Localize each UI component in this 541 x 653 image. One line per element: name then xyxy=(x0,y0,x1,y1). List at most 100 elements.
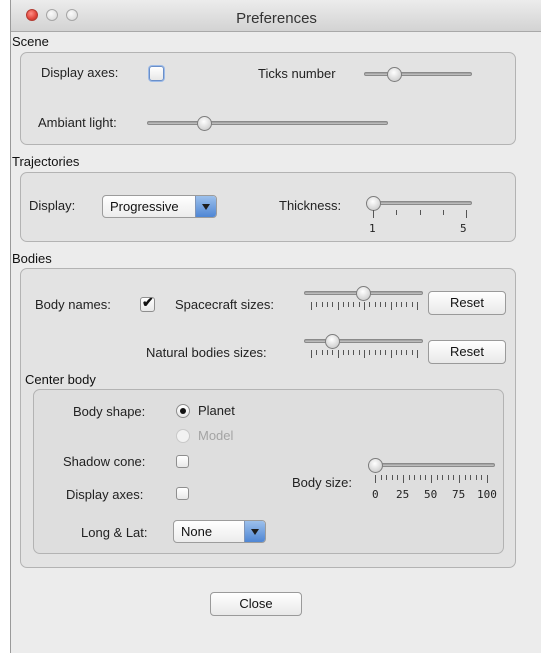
slider-tick xyxy=(414,475,415,480)
slider-tick xyxy=(442,475,443,480)
title-bar: Preferences xyxy=(11,0,541,32)
slider-tick xyxy=(338,302,339,310)
spacecraft-sizes-reset-button[interactable]: Reset xyxy=(428,291,506,315)
slider-tick xyxy=(391,350,392,358)
slider-tick xyxy=(343,302,344,307)
radio-selected-dot xyxy=(180,408,186,414)
trajectories-section-title: Trajectories xyxy=(12,154,80,169)
center-body-section-title: Center body xyxy=(25,372,96,387)
slider-tick xyxy=(343,350,344,355)
slider-tick xyxy=(396,210,397,215)
slider-tick xyxy=(465,475,466,480)
natural-bodies-sizes-slider-thumb[interactable] xyxy=(325,334,340,349)
body-size-label: Body size: xyxy=(292,475,352,490)
slider-tick xyxy=(406,350,407,355)
slider-tick xyxy=(431,475,432,483)
body-size-tick-label: 50 xyxy=(424,488,438,501)
slider-tick xyxy=(453,475,454,480)
body-names-checkbox[interactable]: ✔ xyxy=(140,294,155,312)
natural-bodies-sizes-reset-button[interactable]: Reset xyxy=(428,340,506,364)
slider-tick xyxy=(487,475,488,483)
thickness-slider[interactable] xyxy=(366,201,472,205)
slider-tick xyxy=(348,350,349,355)
trajectories-group xyxy=(20,172,516,242)
body-size-slider-ticks xyxy=(375,475,488,483)
body-shape-label: Body shape: xyxy=(73,404,146,419)
slider-tick xyxy=(316,350,317,355)
slider-tick xyxy=(380,350,381,355)
spacecraft-sizes-slider-thumb[interactable] xyxy=(356,286,371,301)
body-shape-planet-label[interactable]: Planet xyxy=(198,403,235,418)
slider-tick xyxy=(417,350,418,358)
scene-display-axes-checkbox[interactable] xyxy=(149,66,164,81)
natural-bodies-sizes-slider[interactable] xyxy=(304,339,423,343)
slider-tick xyxy=(397,475,398,480)
slider-tick xyxy=(437,475,438,480)
natural-bodies-sizes-slider-ticks xyxy=(311,350,418,358)
slider-tick xyxy=(403,475,404,483)
slider-tick xyxy=(396,302,397,307)
bodies-section-title: Bodies xyxy=(12,251,52,266)
scene-section-title: Scene xyxy=(12,34,49,49)
slider-tick xyxy=(396,350,397,355)
ticks-number-slider[interactable] xyxy=(364,72,472,76)
slider-tick xyxy=(322,302,323,307)
body-shape-model-label[interactable]: Model xyxy=(198,428,233,443)
slider-tick xyxy=(364,350,365,358)
slider-tick xyxy=(348,302,349,307)
body-size-tick-label: 75 xyxy=(452,488,466,501)
slider-tick xyxy=(380,302,381,307)
slider-tick xyxy=(412,302,413,307)
center-body-display-axes-label: Display axes: xyxy=(66,487,144,502)
thickness-slider-thumb[interactable] xyxy=(366,196,381,211)
slider-tick xyxy=(425,475,426,480)
long-lat-dropdown[interactable]: None xyxy=(173,520,266,543)
slider-tick xyxy=(417,302,418,310)
slider-tick xyxy=(369,302,370,307)
slider-tick xyxy=(412,350,413,355)
slider-tick xyxy=(391,302,392,310)
chevron-down-icon[interactable] xyxy=(244,521,265,542)
slider-tick xyxy=(385,350,386,355)
spacecraft-sizes-label: Spacecraft sizes: xyxy=(175,297,274,312)
slider-tick xyxy=(420,210,421,215)
slider-tick xyxy=(470,475,471,480)
slider-tick xyxy=(311,350,312,358)
slider-tick xyxy=(369,350,370,355)
slider-tick xyxy=(338,350,339,358)
body-size-tick-label: 100 xyxy=(477,488,497,501)
body-shape-model-radio[interactable] xyxy=(176,429,190,443)
body-shape-planet-radio[interactable] xyxy=(176,404,190,418)
trajectory-display-value: Progressive xyxy=(110,199,179,214)
slider-tick xyxy=(375,475,376,483)
ticks-number-slider-thumb[interactable] xyxy=(387,67,402,82)
ambient-light-slider-thumb[interactable] xyxy=(197,116,212,131)
slider-tick xyxy=(466,210,467,218)
slider-tick xyxy=(327,302,328,307)
window-title: Preferences xyxy=(236,10,317,27)
slider-tick xyxy=(353,302,354,307)
slider-tick xyxy=(375,350,376,355)
slider-tick xyxy=(381,475,382,480)
long-lat-value: None xyxy=(181,524,213,539)
slider-tick xyxy=(332,302,333,307)
ambient-light-slider[interactable] xyxy=(147,121,388,125)
shadow-cone-checkbox[interactable] xyxy=(176,455,189,468)
slider-tick xyxy=(443,210,444,215)
chevron-down-icon[interactable] xyxy=(195,196,216,217)
slider-tick xyxy=(375,302,376,307)
slider-tick xyxy=(392,475,393,480)
long-lat-label: Long & Lat: xyxy=(81,525,148,540)
slider-tick xyxy=(401,302,402,307)
body-size-slider-thumb[interactable] xyxy=(368,458,383,473)
body-size-slider[interactable] xyxy=(368,463,495,467)
ambient-light-label: Ambiant light: xyxy=(38,115,117,130)
center-body-display-axes-checkbox[interactable] xyxy=(176,487,189,500)
close-button[interactable]: Close xyxy=(210,592,302,616)
thickness-label: Thickness: xyxy=(279,198,342,213)
preferences-window: Preferences Scene Display axes: Ticks nu… xyxy=(10,0,541,653)
slider-tick xyxy=(409,475,410,480)
slider-tick xyxy=(448,475,449,480)
slider-tick xyxy=(311,302,312,310)
trajectory-display-dropdown[interactable]: Progressive xyxy=(102,195,217,218)
